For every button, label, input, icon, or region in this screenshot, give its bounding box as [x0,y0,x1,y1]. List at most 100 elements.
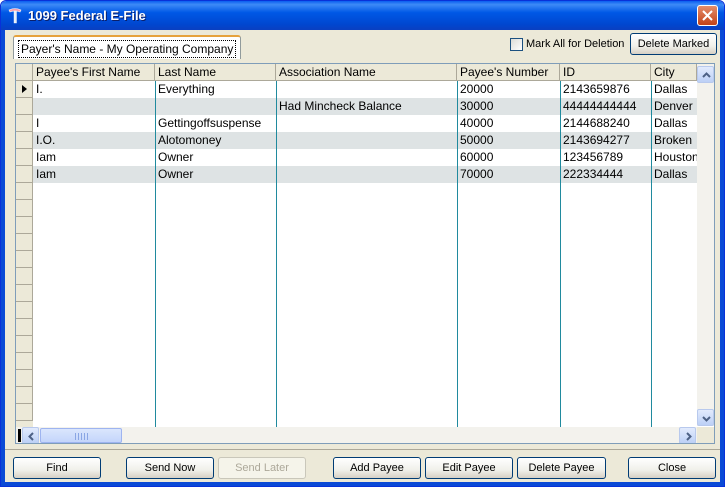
send-later-button[interactable]: Send Later [218,457,306,479]
row-indicator[interactable] [16,251,33,268]
add-payee-button[interactable]: Add Payee [333,457,421,479]
cell-association[interactable] [276,115,457,132]
row-indicator[interactable] [16,217,33,234]
find-button[interactable]: Find [13,457,101,479]
cell-last-name[interactable]: Everything [155,81,276,98]
cell-first-name[interactable]: Iam [33,166,155,183]
row-indicator[interactable] [16,149,33,166]
row-indicator[interactable] [16,319,33,336]
row-indicator[interactable] [16,81,33,98]
row-indicator[interactable] [16,183,33,200]
cell-payee-number[interactable]: 60000 [457,149,560,166]
scroll-splitter[interactable] [18,429,21,442]
column-divider [155,81,156,427]
close-button[interactable]: Close [628,457,716,479]
cell-first-name[interactable]: Iam [33,149,155,166]
grip-icon [75,433,89,440]
cell-first-name[interactable]: I. [33,81,155,98]
cell-id[interactable]: 222334444 [560,166,651,183]
header-last-name[interactable]: Last Name [155,64,276,81]
cell-last-name[interactable]: Owner [155,166,276,183]
row-indicator[interactable] [16,268,33,285]
cell-payee-number[interactable]: 70000 [457,166,560,183]
cell-last-name[interactable] [155,98,276,115]
row-indicator[interactable] [16,285,33,302]
send-now-button[interactable]: Send Now [126,457,214,479]
cell-city[interactable]: Dallas [651,166,697,183]
horizontal-scrollbar[interactable] [16,427,697,443]
scroll-right-button[interactable] [679,427,696,443]
header-first-name[interactable]: Payee's First Name [33,64,155,81]
payee-grid[interactable]: Payee's First Name Last Name Association… [15,63,715,444]
delete-payee-button[interactable]: Delete Payee [517,457,606,479]
row-indicator[interactable] [16,200,33,217]
table-row[interactable]: Iam Owner 60000 123456789 Houston [33,149,699,166]
cell-association[interactable] [276,149,457,166]
cell-first-name[interactable]: I.O. [33,132,155,149]
row-indicator[interactable] [16,132,33,149]
scroll-down-button[interactable] [697,409,714,426]
app-icon [8,8,22,24]
cell-city[interactable]: Dallas [651,115,697,132]
cell-first-name[interactable]: I [33,115,155,132]
cell-association[interactable] [276,81,457,98]
row-indicator[interactable] [16,302,33,319]
scroll-left-button[interactable] [22,427,39,443]
edit-payee-button[interactable]: Edit Payee [425,457,513,479]
cell-id[interactable]: 44444444444 [560,98,651,115]
window-close-button[interactable] [697,5,718,26]
table-row[interactable]: I. Everything 20000 2143659876 Dallas [33,81,699,98]
cell-id[interactable]: 2143659876 [560,81,651,98]
cell-last-name[interactable]: Gettingoffsuspense [155,115,276,132]
cell-payee-number[interactable]: 50000 [457,132,560,149]
row-indicator[interactable] [16,336,33,353]
frame-left [1,30,5,486]
cell-city[interactable]: Houston [651,149,697,166]
cell-association[interactable] [276,166,457,183]
vertical-scrollbar[interactable] [697,64,714,426]
cell-city[interactable]: Broken [651,132,697,149]
cell-first-name[interactable] [33,98,155,115]
chevron-right-icon [686,432,692,441]
row-indicator[interactable] [16,370,33,387]
table-row[interactable]: Had Mincheck Balance 30000 44444444444 D… [33,98,699,115]
header-association-name[interactable]: Association Name [276,64,457,81]
title-bar[interactable]: 1099 Federal E-File [1,1,724,30]
button-bar-divider [5,449,720,450]
mark-all-checkbox[interactable] [510,37,523,51]
cell-association[interactable]: Had Mincheck Balance [276,98,457,115]
row-indicator[interactable] [16,166,33,183]
delete-marked-button[interactable]: Delete Marked [630,33,717,55]
cell-last-name[interactable]: Owner [155,149,276,166]
cell-id[interactable]: 123456789 [560,149,651,166]
cell-payee-number[interactable]: 30000 [457,98,560,115]
header-payee-number[interactable]: Payee's Number [457,64,560,81]
row-indicator[interactable] [16,115,33,132]
efile-window: 1099 Federal E-File Payer's Name - My Op… [0,0,725,487]
scrollbar-corner [697,427,714,443]
cell-last-name[interactable]: Alotomoney [155,132,276,149]
chevron-up-icon [702,72,711,78]
column-divider [560,81,561,427]
cell-id[interactable]: 2143694277 [560,132,651,149]
horizontal-scroll-thumb[interactable] [40,428,122,443]
row-indicator[interactable] [16,98,33,115]
row-indicator[interactable] [16,387,33,404]
row-indicator[interactable] [16,404,33,421]
header-id[interactable]: ID [560,64,651,81]
cell-city[interactable]: Denver [651,98,697,115]
table-row[interactable]: I Gettingoffsuspense 40000 2144688240 Da… [33,115,699,132]
cell-payee-number[interactable]: 40000 [457,115,560,132]
cell-association[interactable] [276,132,457,149]
mark-all-for-deletion[interactable]: Mark All for Deletion [510,37,624,51]
cell-city[interactable]: Dallas [651,81,697,98]
row-indicator[interactable] [16,234,33,251]
scroll-up-button[interactable] [697,66,714,83]
tab-payer[interactable]: Payer's Name - My Operating Company [13,35,241,59]
cell-payee-number[interactable]: 20000 [457,81,560,98]
cell-id[interactable]: 2144688240 [560,115,651,132]
table-row[interactable]: Iam Owner 70000 222334444 Dallas [33,166,699,183]
header-city[interactable]: City [651,64,697,81]
row-indicator[interactable] [16,353,33,370]
table-row[interactable]: I.O. Alotomoney 50000 2143694277 Broken [33,132,699,149]
